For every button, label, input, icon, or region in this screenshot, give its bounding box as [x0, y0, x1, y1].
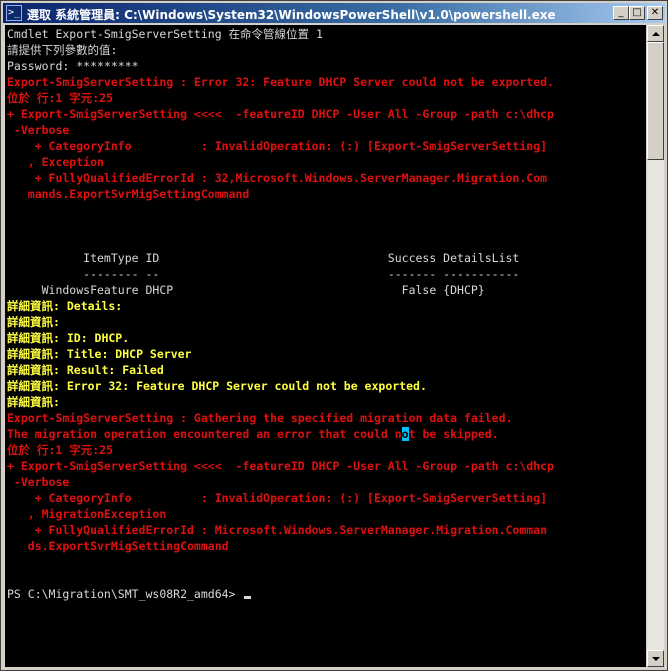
console-line: + Export-SmigServerSetting <<<< -feature…: [7, 459, 554, 473]
console-line: 詳細資訊: Error 32: Feature DHCP Server coul…: [7, 379, 427, 393]
console-line: 詳細資訊: Details:: [7, 299, 123, 313]
window-title: 選取 系統管理員: C:\Windows\System32\WindowsPow…: [27, 8, 556, 22]
console-line: 詳細資訊: ID: DHCP.: [7, 331, 130, 345]
text-cursor: [244, 596, 252, 599]
console-line: -Verbose: [7, 475, 70, 489]
console-line: 詳細資訊: Title: DHCP Server: [7, 347, 192, 361]
console-line: 位於 行:1 字元:25: [7, 91, 113, 105]
console-line: + CategoryInfo : InvalidOperation: (:) […: [7, 491, 548, 505]
minimize-button[interactable]: _: [613, 6, 629, 20]
console-line: ItemType ID Success DetailsList: [7, 251, 520, 265]
console-line: WindowsFeature DHCP False {DHCP}: [7, 283, 485, 297]
console-line: + CategoryInfo : InvalidOperation: (:) […: [7, 139, 548, 153]
console-line: 位於 行:1 字元:25: [7, 443, 113, 457]
console-line: Export-SmigServerSetting : Error 32: Fea…: [7, 75, 554, 89]
arrow-up-icon: [652, 32, 660, 36]
title-bar[interactable]: >_ 選取 系統管理員: C:\Windows\System32\Windows…: [3, 3, 665, 23]
console-line: -Verbose: [7, 123, 70, 137]
console-output[interactable]: Cmdlet Export-SmigServerSetting 在命令管線位置 …: [5, 25, 646, 667]
scroll-up-button[interactable]: [647, 25, 664, 42]
close-button[interactable]: ✕: [647, 6, 663, 20]
powershell-window: >_ 選取 系統管理員: C:\Windows\System32\Windows…: [0, 0, 668, 671]
selection-cursor: o: [401, 427, 409, 441]
console-line: , MigrationException: [7, 507, 167, 521]
console-line: + FullyQualifiedErrorId : Microsoft.Wind…: [7, 523, 548, 537]
console-line: 詳細資訊:: [7, 315, 60, 329]
console-line: 請提供下列參數的值:: [7, 43, 118, 57]
console-line: Password: *********: [7, 59, 139, 73]
console-line: -------- -- ------- -----------: [7, 267, 520, 281]
console-line: The migration operation encountered an e…: [7, 427, 499, 441]
console-line: Cmdlet Export-SmigServerSetting 在命令管線位置 …: [7, 27, 323, 41]
console-line: ds.ExportSvrMigSettingCommand: [7, 539, 229, 553]
scroll-down-button[interactable]: [647, 650, 664, 667]
scrollbar-thumb[interactable]: [647, 42, 664, 160]
arrow-down-icon: [652, 657, 660, 661]
console-line: 詳細資訊: Result: Failed: [7, 363, 164, 377]
console-line: + FullyQualifiedErrorId : 32,Microsoft.W…: [7, 171, 548, 185]
powershell-icon[interactable]: >_: [6, 5, 22, 21]
vertical-scrollbar[interactable]: [647, 25, 664, 667]
console-line: Export-SmigServerSetting : Gathering the…: [7, 411, 513, 425]
prompt-line: PS C:\Migration\SMT_ws08R2_amd64>: [7, 586, 252, 602]
console-line: mands.ExportSvrMigSettingCommand: [7, 187, 250, 201]
maximize-button[interactable]: □: [629, 6, 645, 20]
console-line: , Exception: [7, 155, 104, 169]
console-line: 詳細資訊:: [7, 395, 60, 409]
console-line: + Export-SmigServerSetting <<<< -feature…: [7, 107, 554, 121]
